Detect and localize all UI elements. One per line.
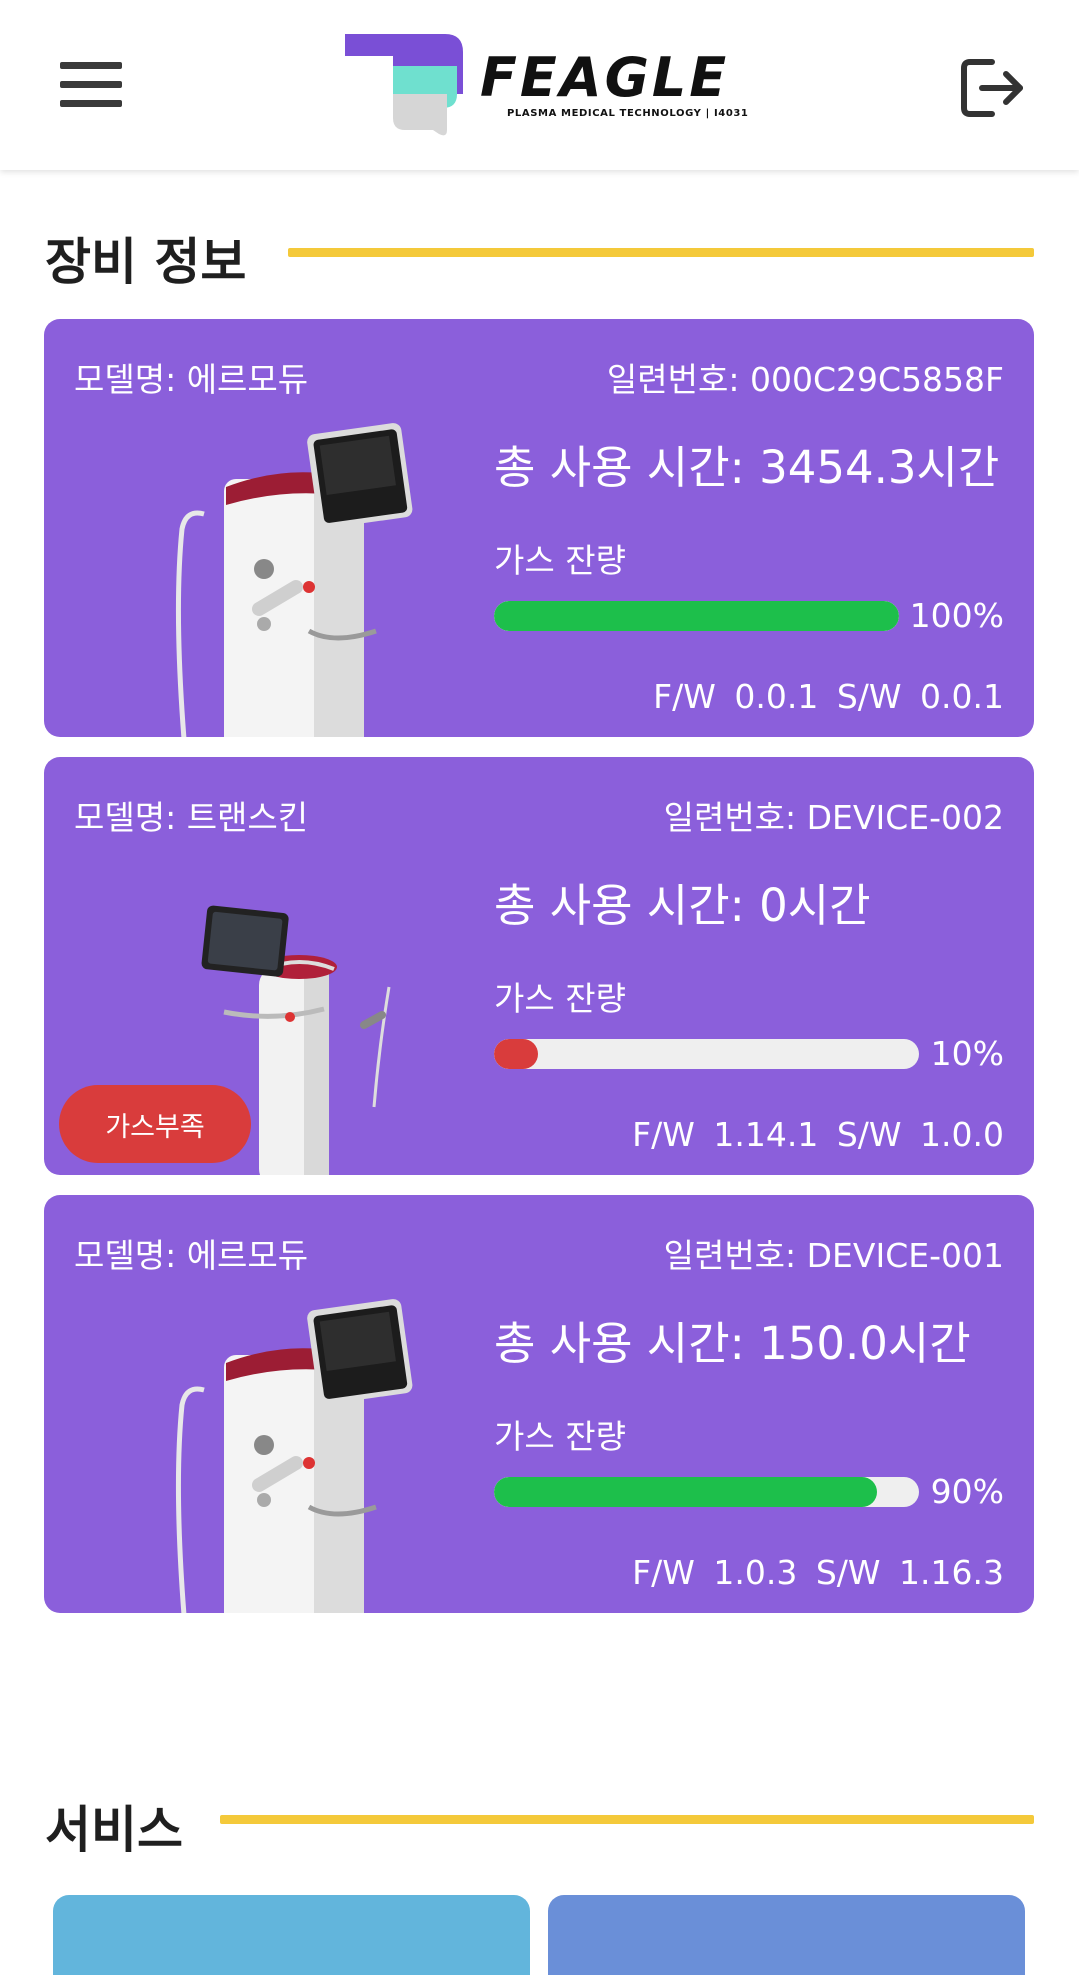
service-tile-2[interactable] [548, 1895, 1025, 1975]
gas-percent: 100% [909, 596, 1004, 635]
gas-level-bar [494, 601, 899, 631]
logout-icon[interactable] [958, 56, 1028, 120]
device-card[interactable]: 모델명: 에르모듀 일련번호: 000C29C5858F 총 사용 시간: 34… [44, 319, 1034, 737]
device-card[interactable]: 모델명: 트랜스킨 일련번호: DEVICE-002 총 사용 시간: 0시간 … [44, 757, 1034, 1175]
equipment-title-underline [288, 248, 1034, 257]
device-image [124, 409, 454, 737]
software-version: S/W 0.0.1 [836, 677, 1004, 716]
gas-level-fill [494, 1477, 877, 1507]
app-header: FEAGLE PLASMA MEDICAL TECHNOLOGY | I4031 [0, 0, 1079, 170]
device-total-usage: 총 사용 시간: 150.0시간 [494, 1317, 971, 1370]
firmware-version: F/W 0.0.1 [653, 677, 819, 716]
gas-remaining-label: 가스 잔량 [494, 541, 626, 580]
gas-level-bar [494, 1039, 919, 1069]
gas-level-fill [494, 601, 899, 631]
device-total-usage: 총 사용 시간: 3454.3시간 [494, 441, 1000, 494]
hamburger-menu-icon[interactable] [60, 60, 122, 110]
gas-remaining-label: 가스 잔량 [494, 979, 626, 1018]
low-gas-badge: 가스부족 [59, 1085, 251, 1163]
service-title-underline [220, 1815, 1034, 1824]
device-model-name: 모델명: 에르모듀 [74, 360, 309, 399]
service-tile-1[interactable] [53, 1895, 530, 1975]
device-model-name: 모델명: 에르모듀 [74, 1236, 309, 1275]
device-version: F/W 0.0.1 S/W 0.0.1 [653, 677, 1004, 716]
device-version: F/W 1.14.1 S/W 1.0.0 [632, 1115, 1004, 1154]
equipment-section-title: 장비 정보 [45, 233, 247, 291]
gas-remaining-label: 가스 잔량 [494, 1417, 626, 1456]
device-image [124, 1285, 454, 1613]
logo-wordmark: FEAGLE [480, 46, 730, 109]
software-version: S/W 1.0.0 [836, 1115, 1004, 1154]
gas-level-fill [494, 1039, 538, 1069]
firmware-version: F/W 1.0.3 [632, 1553, 798, 1592]
device-serial-number: 일련번호: DEVICE-001 [663, 1236, 1004, 1275]
gas-percent: 10% [930, 1034, 1004, 1073]
device-total-usage: 총 사용 시간: 0시간 [494, 879, 871, 932]
device-serial-number: 일련번호: 000C29C5858F [606, 360, 1004, 399]
feagle-logo: FEAGLE PLASMA MEDICAL TECHNOLOGY | I4031 [345, 34, 748, 140]
device-model-name: 모델명: 트랜스킨 [74, 798, 309, 837]
device-card[interactable]: 모델명: 에르모듀 일련번호: DEVICE-001 총 사용 시간: 150.… [44, 1195, 1034, 1613]
software-version: S/W 1.16.3 [815, 1553, 1004, 1592]
service-section-title: 서비스 [45, 1801, 183, 1859]
gas-level-bar [494, 1477, 919, 1507]
gas-percent: 90% [930, 1472, 1004, 1511]
device-version: F/W 1.0.3 S/W 1.16.3 [632, 1553, 1004, 1592]
device-serial-number: 일련번호: DEVICE-002 [663, 798, 1004, 837]
firmware-version: F/W 1.14.1 [632, 1115, 819, 1154]
logo-subtitle: PLASMA MEDICAL TECHNOLOGY | I4031 [507, 108, 749, 119]
